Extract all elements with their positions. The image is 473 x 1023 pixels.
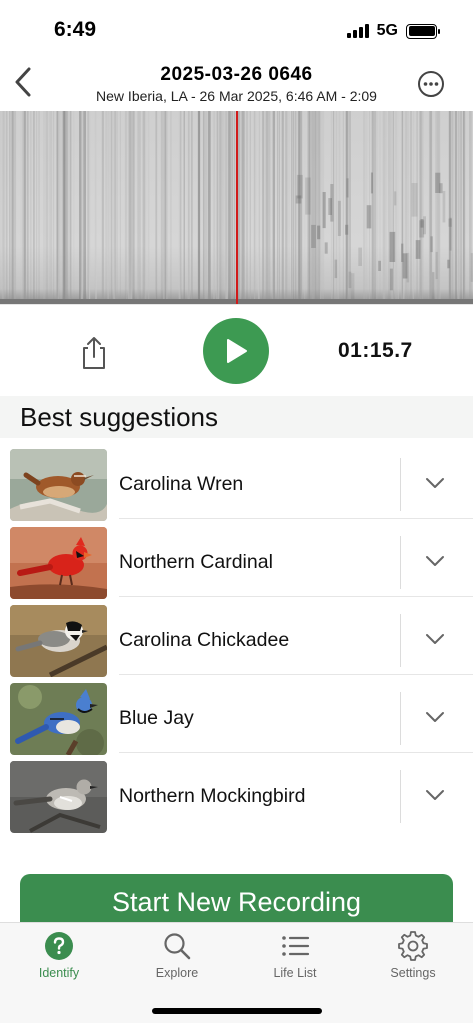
row-separator: [400, 458, 401, 511]
tab-settings[interactable]: Settings: [354, 931, 472, 993]
row-separator: [400, 692, 401, 745]
expand-button[interactable]: [423, 709, 447, 725]
status-bar: 6:49 5G: [0, 0, 473, 60]
expand-button[interactable]: [423, 631, 447, 647]
bird-name: Carolina Wren: [119, 473, 244, 495]
bird-name: Blue Jay: [119, 707, 194, 729]
tab-label: Explore: [155, 966, 199, 980]
share-button[interactable]: [78, 335, 110, 371]
suggestions-list: Carolina Wren Northern Cardinal Carolina…: [0, 441, 473, 833]
suggestion-row-northern-cardinal[interactable]: Northern Cardinal: [0, 519, 473, 599]
recording-header: 2025-03-26 0646 New Iberia, LA - 26 Mar …: [0, 60, 473, 110]
play-button[interactable]: [203, 318, 269, 384]
row-separator: [400, 770, 401, 823]
app-screen: 6:49 5G 2025-03-26 0646 New Iberia, LA -…: [0, 0, 473, 1023]
bird-name: Northern Cardinal: [119, 551, 273, 573]
player-controls: 01:15.7: [0, 304, 473, 396]
expand-button[interactable]: [423, 787, 447, 803]
suggestion-row-carolina-chickadee[interactable]: Carolina Chickadee: [0, 597, 473, 677]
battery-icon: [406, 23, 440, 39]
spectrogram[interactable]: [0, 111, 473, 304]
play-icon: [227, 339, 247, 363]
chevron-down-icon: [426, 556, 444, 566]
recording-subtitle: New Iberia, LA - 26 Mar 2025, 6:46 AM - …: [96, 88, 377, 104]
network-type: 5G: [376, 22, 398, 39]
more-options-button[interactable]: [417, 70, 445, 98]
playhead[interactable]: [236, 111, 238, 304]
chevron-down-icon: [426, 712, 444, 722]
elapsed-time: 01:15.7: [338, 339, 413, 362]
back-button[interactable]: [8, 64, 38, 100]
tab-bar: Identify Explore Life List Settings: [0, 922, 473, 1023]
suggestions-heading: Best suggestions: [20, 402, 219, 432]
chevron-down-icon: [426, 790, 444, 800]
tab-label: Settings: [390, 966, 436, 980]
question-circle-icon: [45, 932, 73, 960]
suggestion-row-northern-mockingbird[interactable]: Northern Mockingbird: [0, 753, 473, 833]
search-icon: [164, 933, 191, 960]
tab-explore[interactable]: Explore: [118, 931, 236, 993]
status-indicators: 5G: [346, 22, 440, 40]
tab-label: Life List: [273, 966, 317, 980]
share-icon: [83, 337, 105, 369]
northern-mockingbird-photo: [10, 761, 107, 833]
tab-label: Identify: [38, 966, 80, 980]
chevron-down-icon: [426, 634, 444, 644]
row-separator: [400, 614, 401, 667]
suggestions-header: Best suggestions: [0, 396, 473, 438]
signal-icon: [346, 24, 369, 38]
expand-button[interactable]: [423, 553, 447, 569]
carolina-chickadee-photo: [10, 605, 107, 677]
suggestion-row-carolina-wren[interactable]: Carolina Wren: [0, 441, 473, 521]
tab-identify[interactable]: Identify: [0, 931, 118, 993]
list-icon: [282, 936, 310, 956]
suggestion-row-blue-jay[interactable]: Blue Jay: [0, 675, 473, 755]
expand-button[interactable]: [423, 475, 447, 491]
status-time: 6:49: [54, 18, 97, 41]
recording-title-block: 2025-03-26 0646 New Iberia, LA - 26 Mar …: [60, 64, 413, 105]
chevron-left-icon: [15, 67, 31, 97]
ellipsis-circle-icon: [418, 71, 444, 97]
recording-title: 2025-03-26 0646: [160, 64, 313, 85]
gear-icon: [398, 931, 428, 961]
blue-jay-photo: [10, 683, 107, 755]
carolina-wren-photo: [10, 449, 107, 521]
tab-life-list[interactable]: Life List: [236, 931, 354, 993]
home-indicator[interactable]: [152, 1008, 322, 1014]
northern-cardinal-photo: [10, 527, 107, 599]
chevron-down-icon: [426, 478, 444, 488]
row-separator: [400, 536, 401, 589]
bird-name: Carolina Chickadee: [119, 629, 290, 651]
bird-name: Northern Mockingbird: [119, 785, 306, 807]
